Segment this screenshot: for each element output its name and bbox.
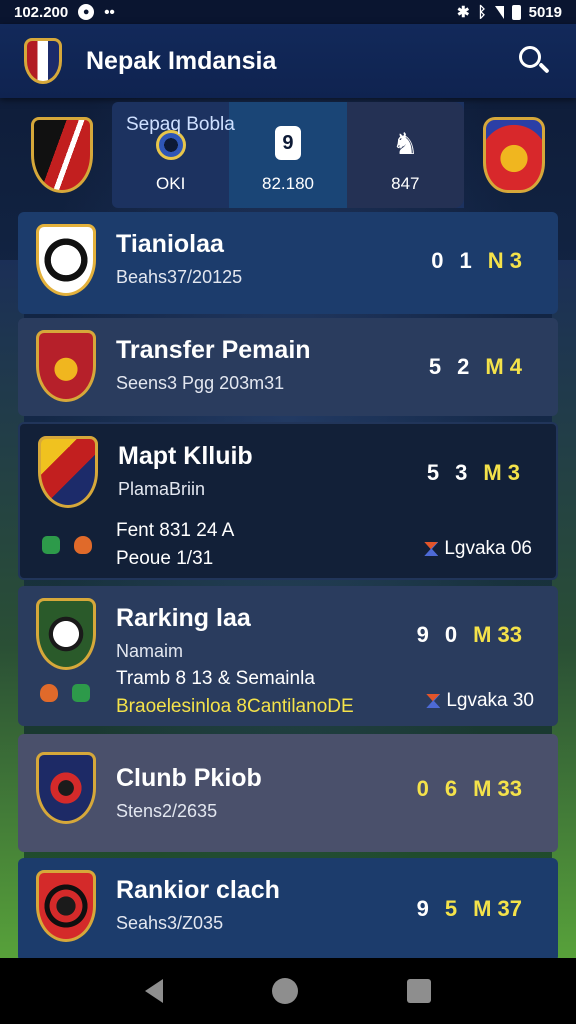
battery-icon [511,4,521,20]
detail-line: Peoue 1/31 [116,548,214,569]
home-team-crest [12,102,112,208]
detail-line: Fent 831 24 A [116,520,235,541]
card-score: 9 5 M 37 [417,896,522,922]
app-logo-crest-icon [24,38,62,84]
orange-crest-icon [74,536,92,554]
score-home: 9 [416,896,429,921]
score-home: 0 [416,776,429,801]
featured-match-strip[interactable]: Sepaq Bobla OKI 9 82.180 ♞ 847 [12,102,564,208]
orange-crest-icon [40,684,58,702]
featured-stat-value: 82.180 [261,174,314,193]
home-icon[interactable] [271,978,298,1004]
card-score: 0 1 N 3 [431,248,522,274]
featured-label: Sepaq Bobla [126,114,235,135]
list-item-mapt-klluib[interactable]: Mapt Klluib PlamaBriin 5 3 M 3 Fent 831 … [18,422,558,580]
score-away: 5 [444,896,458,921]
away-team-crest [464,102,564,208]
league-tag-label: Lgvaka 30 [446,690,534,711]
club-crest-icon [38,436,98,508]
league-tag: Lgvaka 06 [424,538,532,560]
club-crest-icon [36,752,96,824]
app-title: Nepak Imdansia [86,46,277,75]
recent-apps-icon[interactable] [407,979,432,1003]
mini-icons [42,536,92,554]
system-navigation-bar [0,958,576,1024]
list-item-tianiolaa[interactable]: Tianiolaa Beahs37/20125 0 1 N 3 [18,212,558,314]
score-away: 0 [444,622,458,647]
card-score: 0 6 M 33 [417,776,522,802]
bluetooth-icon: ✱ [457,4,470,21]
featured-stat-3[interactable]: ♞ 847 [346,102,464,208]
card-score: 5 2 M 4 [429,354,522,380]
league-tag-label: Lgvaka 06 [444,538,532,559]
list-item-transfer-pemain[interactable]: Transfer Pemain Seens3 Pgg 203m31 5 2 M … [18,318,558,416]
list-item-rarking-laa[interactable]: Rarking laa Namaim 9 0 M 33 Tramb 8 13 &… [18,586,558,726]
score-matchday: M 3 [483,460,520,485]
mini-icons [40,684,90,702]
score-away: 2 [457,354,470,379]
featured-stat-2[interactable]: 9 82.180 [229,102,347,208]
club-crest-icon [36,598,96,670]
score-away: 1 [459,248,472,273]
hourglass-icon [424,542,439,556]
card-score: 5 3 M 3 [427,460,520,486]
club-crest-icon [36,330,96,402]
chess-knight-icon: ♞ [391,128,419,161]
hourglass-icon [426,694,441,708]
more-notifications-icon: •• [104,3,115,21]
score-matchday: M 37 [473,896,522,921]
score-home: 0 [431,248,444,273]
detail-line: Tramb 8 13 & Semainla [116,668,315,689]
status-time: 102.200 [14,3,69,21]
card-subtitle: Stens2/2635 [116,801,218,821]
score-matchday: M 33 [473,622,522,647]
notification-icon: ● [78,4,95,20]
back-icon[interactable] [144,979,163,1003]
status-clock: 5019 [528,3,562,21]
list-item-rankior-clach[interactable]: Rankior clach Seahs3/Z035 9 5 M 37 [18,858,558,962]
app-bar: Nepak Imdansia [0,24,576,98]
club-crest-icon [36,870,96,942]
score-away: 6 [444,776,458,801]
status-bar: 102.200 ● •• ✱ ᛒ 5019 [0,0,576,24]
nfc-icon: ᛒ [477,3,487,21]
featured-stat-value: 847 [391,174,420,193]
score-home: 9 [416,622,429,647]
away-team-crest-icon [483,117,545,193]
green-shield-icon [72,684,90,702]
card-details: Fent 831 24 A Peoue 1/31 [116,520,234,570]
score-home: 5 [428,354,442,379]
score-home: 5 [426,460,440,485]
card-details: Tramb 8 13 & Semainla Braoelesinloa 8Can… [116,668,354,718]
featured-stats-panel: Sepaq Bobla OKI 9 82.180 ♞ 847 [112,102,464,208]
green-shield-icon [42,536,60,554]
score-matchday: M 33 [473,776,522,801]
score-away: 3 [455,460,468,485]
home-team-crest-icon [31,117,93,193]
card-score: 9 0 M 33 [417,622,522,648]
phone-icon: 9 [274,126,301,160]
list-item-clunb-pkiob[interactable]: Clunb Pkiob Stens2/2635 0 6 M 33 [18,734,558,852]
score-matchday: M 4 [485,354,522,379]
club-crest-icon [36,224,96,296]
detail-line: Braoelesinloa 8CantilanoDE [116,696,354,717]
featured-stat-value: OKI [156,174,186,193]
score-matchday: N 3 [487,248,522,273]
wifi-icon [494,5,504,19]
search-button[interactable] [516,43,552,79]
league-tag: Lgvaka 30 [426,690,534,712]
